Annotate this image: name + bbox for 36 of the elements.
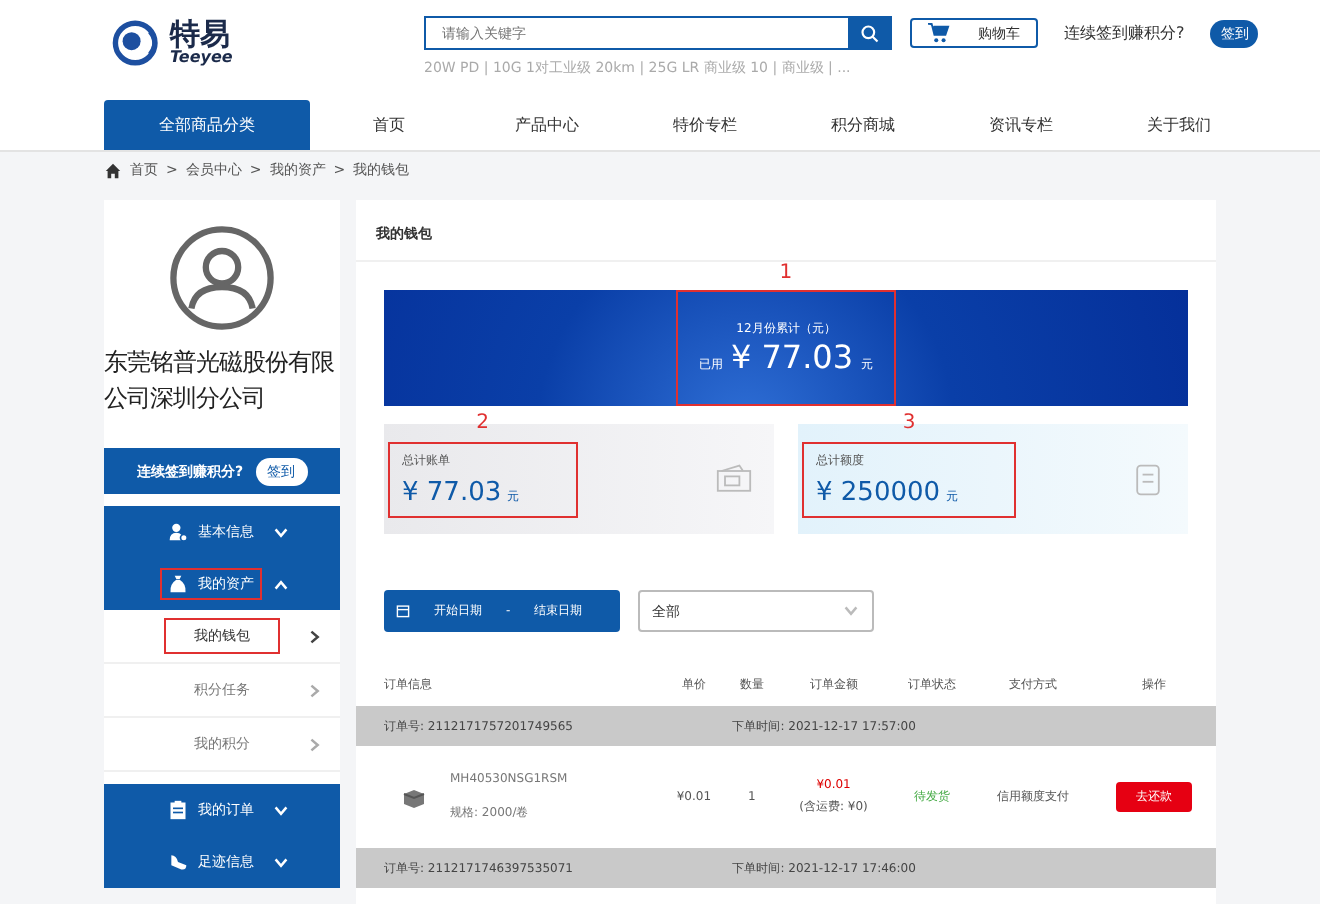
chevron-icon: [272, 853, 290, 871]
avatar-icon: [168, 224, 276, 332]
chevron-right-icon: [306, 627, 324, 645]
caret-icon: [842, 602, 860, 620]
cart-icon: [928, 22, 950, 44]
nav-link[interactable]: 产品中心: [515, 114, 579, 136]
money-bag-icon: [168, 574, 188, 594]
product-box-icon: [402, 787, 426, 807]
chevron-icon: [272, 801, 290, 819]
calendar-icon: [396, 604, 410, 618]
callout-number: 3: [902, 411, 916, 433]
callout-number: 2: [476, 411, 489, 433]
clipboard-icon: [168, 800, 188, 820]
logo-subtext: Teeyee: [170, 50, 233, 66]
signin-prompt: 连续签到赚积分?: [1064, 22, 1185, 44]
nav-link[interactable]: 特价专栏: [673, 114, 737, 136]
logo-text: 特易: [170, 20, 230, 50]
nav-link[interactable]: 积分商城: [831, 114, 895, 136]
chevron-icon: [272, 523, 290, 541]
wallet-icon: [714, 461, 754, 497]
home-icon: [104, 161, 122, 179]
nav-link[interactable]: 首页: [373, 114, 405, 136]
search-icon: [860, 23, 880, 43]
used-amount: ¥ 77.03: [730, 338, 854, 376]
chevron-icon: [272, 575, 290, 593]
chevron-right-icon: [306, 681, 324, 699]
nav-link[interactable]: 关于我们: [1147, 114, 1211, 136]
chevron-right-icon: [306, 735, 324, 753]
nav-link[interactable]: 资讯专栏: [989, 114, 1053, 136]
callout-number: 1: [779, 262, 793, 284]
company-name: 东莞铭普光磁股份有限公司深圳分公司: [104, 346, 336, 416]
logo-icon: [110, 16, 164, 70]
category-button[interactable]: 全部商品分类: [104, 100, 310, 150]
person-icon: [168, 522, 188, 542]
search-button[interactable]: [848, 16, 892, 50]
shoe-icon: [168, 852, 188, 872]
